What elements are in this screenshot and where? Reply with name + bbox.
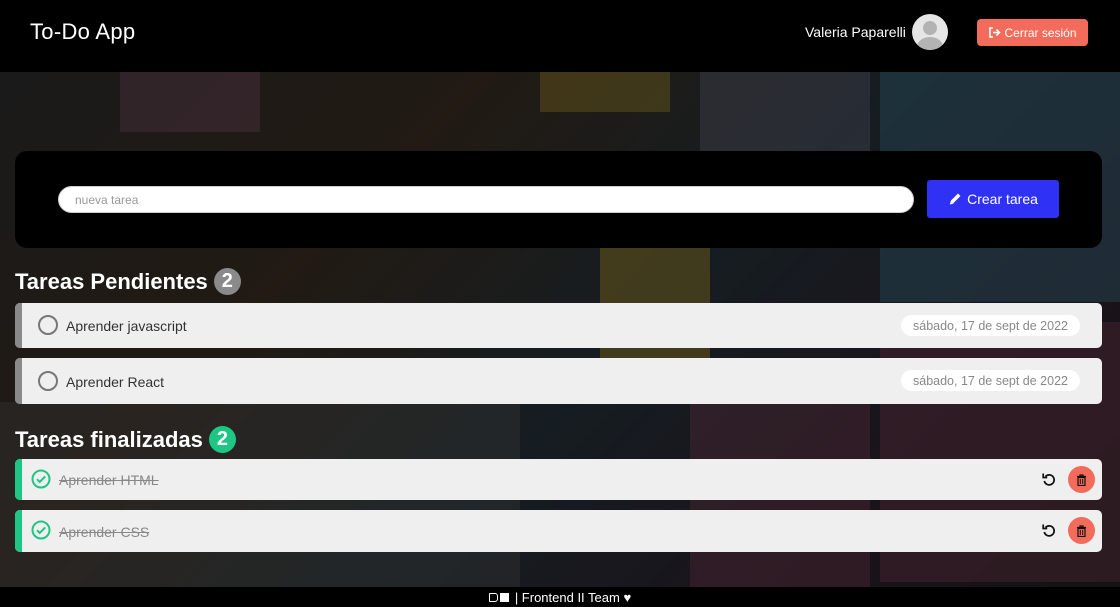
check-circle-icon xyxy=(31,469,51,489)
new-task-panel: Crear tarea xyxy=(15,151,1102,248)
trash-icon xyxy=(1077,524,1086,537)
undo-icon[interactable] xyxy=(1041,522,1057,538)
finished-count-badge: 2 xyxy=(208,426,236,453)
empty-circle-icon[interactable] xyxy=(38,315,58,335)
dh-logo xyxy=(488,592,509,602)
empty-circle-icon[interactable] xyxy=(38,371,58,391)
status-bar xyxy=(15,510,22,552)
footer: | Frontend II Team ♥ xyxy=(0,587,1120,607)
undo-icon[interactable] xyxy=(1041,471,1057,487)
pending-task-row: Aprender javascript sábado, 17 de sept d… xyxy=(15,303,1102,348)
task-label: Aprender javascript xyxy=(66,318,187,334)
logout-label: Cerrar sesión xyxy=(1004,25,1077,40)
pending-task-row: Aprender React sábado, 17 de sept de 202… xyxy=(15,358,1102,404)
delete-task-button[interactable] xyxy=(1068,517,1095,544)
trash-icon xyxy=(1077,473,1086,486)
finished-task-row: Aprender HTML xyxy=(15,459,1102,500)
task-date: sábado, 17 de sept de 2022 xyxy=(901,315,1080,336)
task-label: Aprender HTML xyxy=(59,472,159,488)
new-task-input[interactable] xyxy=(58,186,914,213)
create-task-label: Crear tarea xyxy=(967,191,1038,207)
footer-text: | Frontend II Team ♥ xyxy=(514,589,632,605)
user-name: Valeria Paparelli xyxy=(805,24,906,40)
status-bar xyxy=(15,358,22,404)
create-task-button[interactable]: Crear tarea xyxy=(927,180,1059,218)
finished-section-title: Tareas finalizadas 2 xyxy=(15,426,236,453)
pencil-icon xyxy=(949,193,961,205)
task-label: Aprender React xyxy=(66,374,165,390)
sign-out-icon xyxy=(989,27,1002,38)
task-label: Aprender CSS xyxy=(59,524,150,540)
status-bar xyxy=(15,459,22,500)
logout-button[interactable]: Cerrar sesión xyxy=(977,19,1088,46)
status-bar xyxy=(15,303,22,348)
pending-count-badge: 2 xyxy=(213,268,241,295)
avatar xyxy=(912,14,948,50)
task-date: sábado, 17 de sept de 2022 xyxy=(901,370,1080,391)
finished-title-text: Tareas finalizadas xyxy=(15,426,203,452)
pending-title-text: Tareas Pendientes xyxy=(15,268,208,294)
check-circle-icon xyxy=(31,520,51,540)
delete-task-button[interactable] xyxy=(1068,466,1095,493)
finished-task-row: Aprender CSS xyxy=(15,510,1102,552)
top-navbar: To-Do App Valeria Paparelli Cerrar sesió… xyxy=(0,0,1120,72)
app-title: To-Do App xyxy=(30,19,136,44)
pending-section-title: Tareas Pendientes 2 xyxy=(15,268,241,295)
